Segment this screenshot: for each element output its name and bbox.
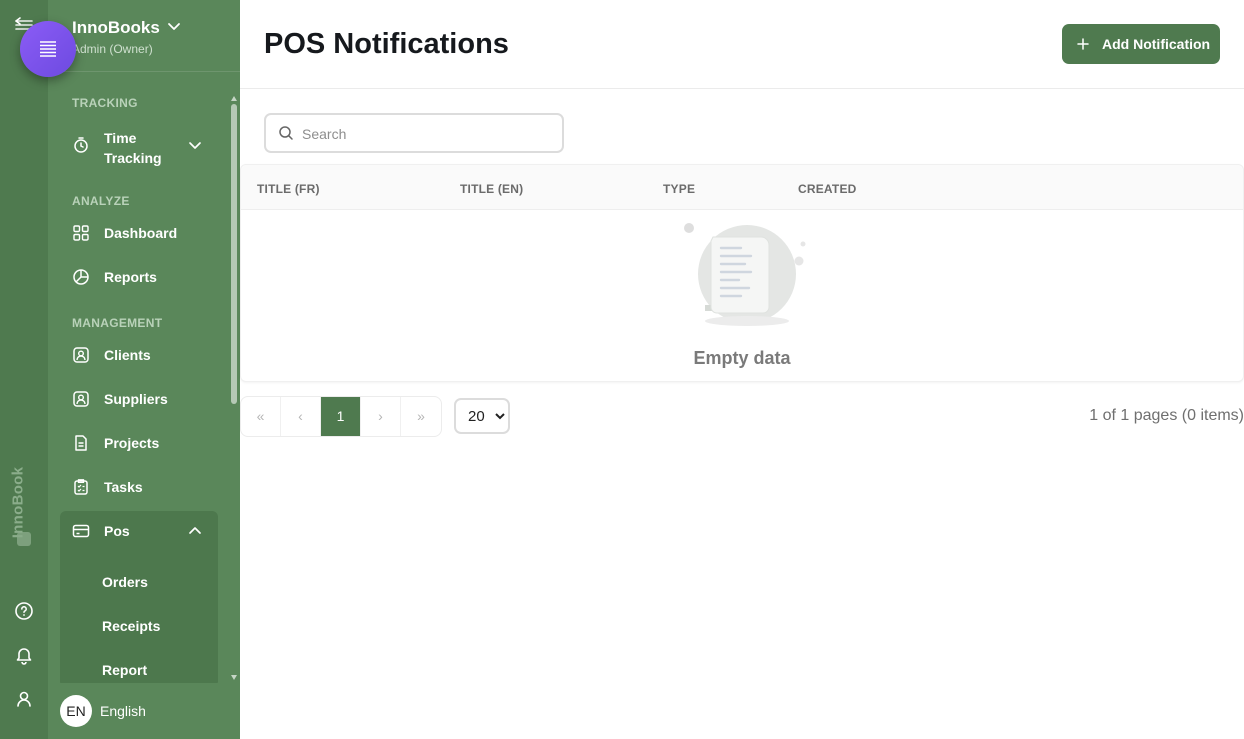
clipboard-check-icon	[74, 479, 88, 495]
user-card-icon	[73, 391, 89, 407]
chevron-down-icon	[189, 142, 201, 149]
floating-menu-button[interactable]	[20, 21, 76, 77]
notifications-table: TITLE (FR) TITLE (EN) TYPE CREATED Empty…	[240, 164, 1244, 382]
add-notification-label: Add Notification	[1102, 36, 1211, 52]
sidebar-subitem-receipts[interactable]: Receipts	[102, 618, 160, 634]
sidebar-item-clients[interactable]: Clients	[60, 335, 218, 375]
section-label-tracking: TRACKING	[72, 96, 138, 110]
sidebar-item-label: Tasks	[104, 479, 143, 495]
column-header-type[interactable]: TYPE	[663, 182, 695, 196]
left-rail: InnoBook	[0, 0, 48, 739]
brand-logo-icon	[17, 532, 31, 546]
user-profile-icon[interactable]	[13, 688, 35, 710]
scroll-thumb[interactable]	[231, 104, 237, 404]
scroll-up-arrow[interactable]	[231, 96, 237, 101]
section-label-management: MANAGEMENT	[72, 316, 163, 330]
main-content: POS Notifications Add Notification TITLE…	[240, 0, 1244, 739]
org-switcher[interactable]: InnoBooks Admin (Owner)	[48, 0, 240, 72]
vertical-brand-text: InnoBook	[9, 466, 27, 539]
user-card-icon	[73, 347, 89, 363]
sidebar-item-tasks[interactable]: Tasks	[60, 467, 218, 507]
sidebar-item-projects[interactable]: Projects	[60, 423, 218, 463]
list-menu-icon	[40, 41, 56, 57]
sidebar-item-label: Projects	[104, 435, 160, 451]
next-page-button[interactable]: ›	[361, 397, 401, 436]
last-page-button[interactable]: »	[401, 397, 441, 436]
vertical-brand: InnoBook	[8, 460, 40, 550]
scroll-down-arrow[interactable]	[231, 675, 237, 680]
first-page-button[interactable]: «	[241, 397, 281, 436]
search-box[interactable]	[264, 113, 564, 153]
column-header-created[interactable]: CREATED	[798, 182, 857, 196]
chevron-up-icon	[189, 527, 201, 534]
sidebar-item-reports[interactable]: Reports	[60, 257, 218, 297]
org-name: InnoBooks	[72, 18, 160, 37]
document-icon	[75, 435, 87, 451]
sidebar-group-pos: Pos Orders Receipts Report	[60, 511, 218, 683]
sidebar-item-label: Clients	[104, 347, 151, 363]
sidebar-item-label: Time Tracking	[104, 130, 162, 166]
pie-chart-icon	[73, 269, 89, 285]
sidebar-item-label: Dashboard	[104, 225, 178, 241]
table-header: TITLE (FR) TITLE (EN) TYPE CREATED	[241, 165, 1243, 210]
search-icon	[279, 126, 293, 140]
language-label: English	[100, 703, 146, 719]
org-role: Admin (Owner)	[72, 42, 153, 56]
sidebar-item-dashboard[interactable]: Dashboard	[60, 213, 218, 253]
page-size-select[interactable]: 20	[454, 398, 510, 434]
column-header-title-en[interactable]: TITLE (EN)	[460, 182, 523, 196]
pagination: « ‹ 1 › »	[240, 396, 442, 437]
sidebar-scrollbar[interactable]	[231, 96, 237, 680]
sidebar-item-time-tracking[interactable]: Time Tracking	[60, 121, 218, 169]
help-icon[interactable]	[13, 600, 35, 622]
prev-page-button[interactable]: ‹	[281, 397, 321, 436]
sidebar: InnoBooks Admin (Owner) TRACKING Time Tr…	[48, 0, 240, 739]
search-input[interactable]	[302, 124, 552, 144]
sidebar-subitem-orders[interactable]: Orders	[102, 574, 148, 590]
dashboard-grid-icon	[73, 225, 89, 241]
pagination-info: 1 of 1 pages (0 items)	[1089, 407, 1244, 424]
section-label-analyze: ANALYZE	[72, 194, 130, 208]
sidebar-item-pos[interactable]: Pos	[60, 511, 218, 551]
chevron-down-icon	[168, 23, 180, 30]
empty-state-text: Empty data	[693, 348, 791, 368]
notification-bell-icon[interactable]	[13, 644, 35, 666]
header-divider	[240, 88, 1244, 89]
credit-card-icon	[72, 524, 90, 538]
plus-icon	[1077, 38, 1089, 50]
language-code-badge: EN	[60, 695, 92, 727]
page-title: POS Notifications	[264, 28, 509, 60]
add-notification-button[interactable]: Add Notification	[1062, 24, 1220, 64]
sidebar-item-label: Pos	[104, 523, 130, 539]
sidebar-subitem-report[interactable]: Report	[102, 662, 147, 678]
sidebar-item-label: Suppliers	[104, 391, 168, 407]
stopwatch-icon	[74, 137, 88, 153]
empty-document-icon	[684, 223, 806, 326]
column-header-title-fr[interactable]: TITLE (FR)	[257, 182, 320, 196]
current-page-button[interactable]: 1	[321, 397, 361, 436]
sidebar-nav: TRACKING Time Tracking ANALYZE Dashboard	[48, 80, 240, 683]
sidebar-item-label: Reports	[104, 269, 157, 285]
sidebar-item-suppliers[interactable]: Suppliers	[60, 379, 218, 419]
